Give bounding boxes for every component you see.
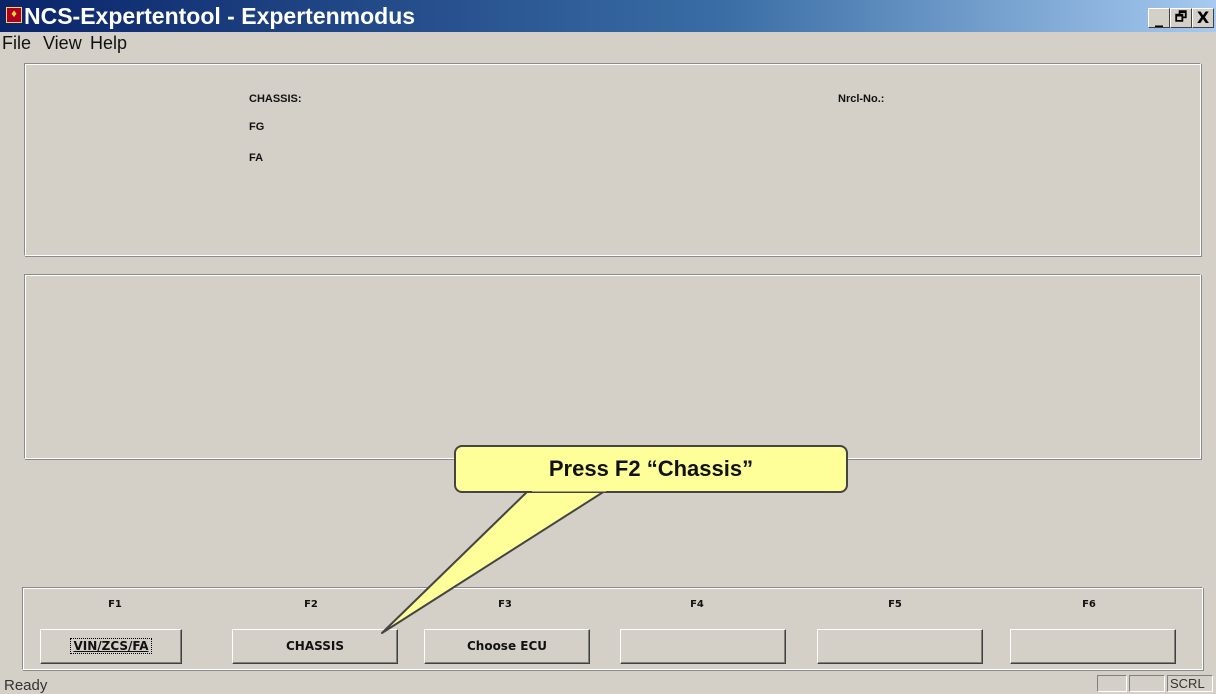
title-bar: ♦ NCS-Expertentool - Expertenmodus _ 🗗 X: [0, 0, 1216, 32]
f2-key-label: F2: [304, 599, 318, 610]
status-bar: Ready SCRL: [0, 674, 1216, 694]
chassis-button-label: CHASSIS: [286, 639, 344, 653]
f6-key-label: F6: [1082, 599, 1096, 610]
vin-zcs-fa-label: VIN/ZCS/FA: [70, 638, 152, 654]
restore-button[interactable]: 🗗: [1170, 8, 1192, 28]
menu-view[interactable]: View: [43, 33, 82, 54]
chassis-label: CHASSIS:: [249, 93, 302, 105]
status-text: Ready: [4, 677, 48, 694]
fa-label: FA: [249, 152, 264, 164]
menu-help[interactable]: Help: [90, 33, 127, 54]
content-panel: [24, 274, 1201, 459]
f5-button[interactable]: [817, 629, 983, 664]
status-cell-empty-1: [1097, 675, 1127, 692]
close-button[interactable]: X: [1192, 8, 1214, 28]
choose-ecu-label: Choose ECU: [466, 639, 548, 653]
scroll-lock-indicator: SCRL: [1167, 675, 1213, 692]
choose-ecu-button[interactable]: Choose ECU: [424, 629, 590, 664]
app-icon[interactable]: ♦: [6, 7, 22, 23]
menu-file[interactable]: File: [2, 33, 31, 54]
f4-button[interactable]: [620, 629, 786, 664]
callout-annotation: Press F2 “Chassis”: [454, 445, 848, 493]
info-panel: [24, 63, 1201, 256]
f4-key-label: F4: [690, 599, 704, 610]
vin-zcs-fa-button[interactable]: VIN/ZCS/FA: [40, 629, 182, 664]
status-cell-empty-2: [1129, 675, 1165, 692]
chassis-button[interactable]: CHASSIS: [232, 629, 398, 664]
minimize-button[interactable]: _: [1148, 8, 1170, 28]
f3-key-label: F3: [498, 599, 512, 610]
f1-key-label: F1: [108, 599, 122, 610]
fg-label: FG: [249, 121, 265, 133]
window-title: NCS-Expertentool - Expertenmodus: [24, 3, 416, 29]
f6-button[interactable]: [1010, 629, 1176, 664]
menu-bar: File View Help: [0, 32, 1216, 56]
nrcl-label: Nrcl-No.:: [838, 93, 885, 105]
f5-key-label: F5: [888, 599, 902, 610]
